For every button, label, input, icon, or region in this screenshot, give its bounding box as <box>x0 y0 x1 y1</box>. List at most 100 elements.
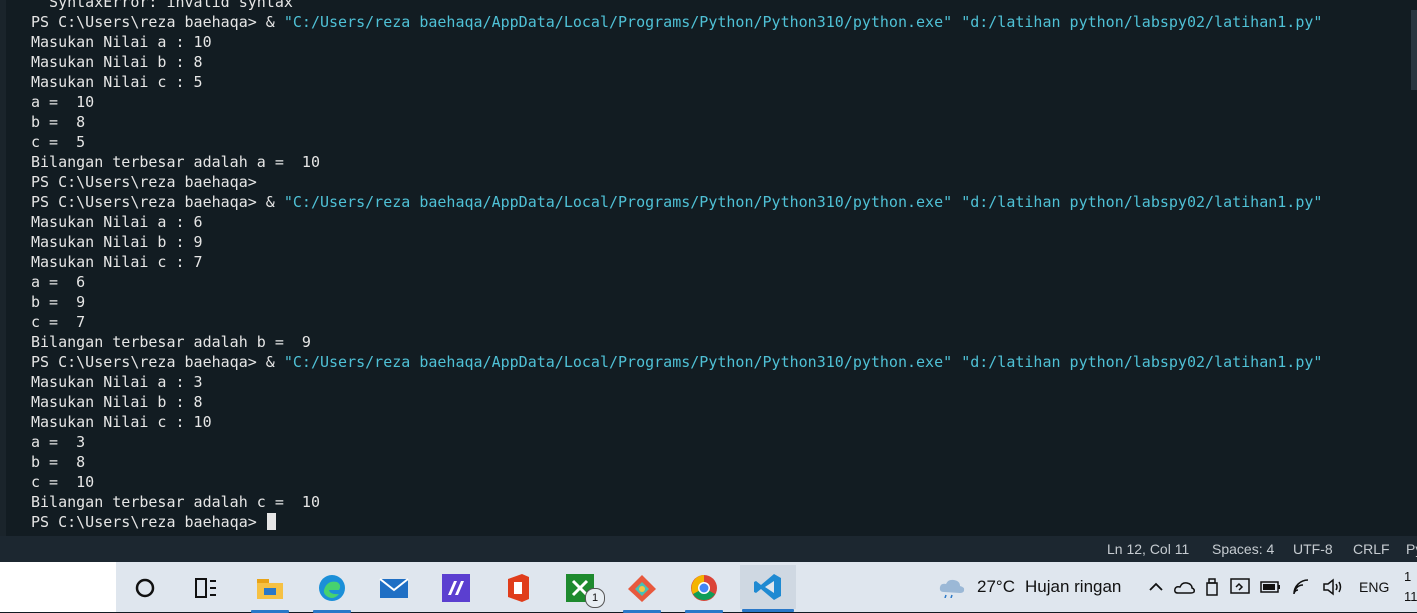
battery-icon[interactable] <box>1259 579 1283 595</box>
terminal-text: c = 5 <box>31 133 86 151</box>
display-sync-icon[interactable] <box>1229 577 1251 597</box>
encoding-status[interactable]: UTF-8 <box>1293 541 1333 557</box>
language-label: ENG <box>1359 579 1390 595</box>
terminal-text: Bilangan terbesar adalah b = 9 <box>31 333 311 351</box>
terminal-line: Masukan Nilai a : 6 <box>31 212 1417 232</box>
taskbar-search-box[interactable] <box>0 562 116 612</box>
terminal-line: a = 10 <box>31 92 1417 112</box>
terminal-text: b = 8 <box>31 113 86 131</box>
terminal-text: Masukan Nilai b : 8 <box>31 53 203 71</box>
terminal-text: Masukan Nilai c : 10 <box>31 413 212 431</box>
terminal-line: PS C:\Users\reza baehaqa> <box>31 512 1417 532</box>
wifi-icon[interactable] <box>1291 577 1313 597</box>
clock-time: 1 <box>1404 569 1412 584</box>
cortana-button[interactable] <box>122 568 168 608</box>
terminal-text: Bilangan terbesar adalah a = 10 <box>31 153 320 171</box>
task-view-icon <box>195 578 216 598</box>
weather-desc: Hujan ringan <box>1024 577 1122 596</box>
terminal-line: Masukan Nilai c : 7 <box>31 252 1417 272</box>
speaker-icon[interactable] <box>1321 577 1345 597</box>
input-language[interactable]: ENG <box>1359 562 1389 612</box>
terminal-text: Masukan Nilai c : 7 <box>31 253 203 271</box>
indentation-status[interactable]: Spaces: 4 <box>1212 541 1274 557</box>
terminal-text: b = 9 <box>31 293 86 311</box>
xbox-button[interactable]: 1 <box>557 568 605 608</box>
terminal-text: PS C:\Users\reza baehaqa> & <box>31 353 284 371</box>
edge-icon <box>319 575 345 601</box>
terminal-string: "C:/Users/reza baehaqa/AppData/Local/Pro… <box>283 193 953 211</box>
terminal-gutter <box>0 0 6 536</box>
cursor-position[interactable]: Ln 12, Col 11 <box>1107 541 1189 557</box>
terminal-line: Masukan Nilai b : 8 <box>31 52 1417 72</box>
terminal-text: a = 6 <box>31 273 86 291</box>
clock[interactable]: 1 11 <box>1404 562 1417 612</box>
terminal-string: "d:/latihan python/labspy02/latihan1.py" <box>961 353 1323 371</box>
taskbar: 1 27°C Hujan ringan ENG 1 11 <box>0 562 1417 613</box>
terminal-scrollbar[interactable] <box>1411 10 1417 90</box>
terminal-cursor <box>266 513 276 530</box>
terminal-line: PS C:\Users\reza baehaqa> & "C:/Users/re… <box>31 352 1417 372</box>
terminal-line: b = 8 <box>31 452 1417 472</box>
terminal-line: PS C:\Users\reza baehaqa> & "C:/Users/re… <box>31 192 1417 212</box>
task-view-button[interactable] <box>183 568 229 608</box>
cloud-rain-icon <box>939 579 965 598</box>
terminal-line: c = 7 <box>31 312 1417 332</box>
terminal-text: Masukan Nilai a : 6 <box>31 213 203 231</box>
onedrive-cloud-icon[interactable] <box>1173 578 1195 596</box>
terminal-line: Masukan Nilai b : 8 <box>31 392 1417 412</box>
terminal-line: a = 6 <box>31 272 1417 292</box>
terminal-text: Masukan Nilai a : 10 <box>31 33 212 51</box>
git-icon <box>628 575 656 602</box>
terminal-text: SyntaxError: invalid syntax <box>31 0 293 11</box>
terminal-line: Bilangan terbesar adalah a = 10 <box>31 152 1417 172</box>
vscode-icon <box>754 574 781 600</box>
terminal-string: "d:/latihan python/labspy02/latihan1.py" <box>961 193 1323 211</box>
terminal-text: a = 10 <box>31 93 95 111</box>
terminal-line: Bilangan terbesar adalah b = 9 <box>31 332 1417 352</box>
eol-status[interactable]: CRLF <box>1353 541 1390 557</box>
clock-date: 11 <box>1404 589 1417 604</box>
usb-device-icon[interactable] <box>1203 577 1221 597</box>
file-explorer-button[interactable] <box>247 568 293 613</box>
chrome-button[interactable] <box>681 568 727 613</box>
vscode-button[interactable] <box>740 565 796 612</box>
terminal-text: PS C:\Users\reza baehaqa> & <box>31 193 284 211</box>
visual-studio-button[interactable] <box>433 568 479 608</box>
git-button[interactable] <box>619 568 665 613</box>
weather-widget[interactable]: 27°C Hujan ringan <box>938 562 1121 612</box>
terminal-text: Masukan Nilai c : 5 <box>31 73 203 91</box>
chevron-up-icon[interactable] <box>1147 578 1165 596</box>
weather-temp: 27°C <box>977 577 1015 596</box>
terminal-line: b = 8 <box>31 112 1417 132</box>
edge-button[interactable] <box>309 568 355 613</box>
system-tray <box>1147 562 1345 612</box>
terminal-text: Masukan Nilai a : 3 <box>31 373 203 391</box>
terminal-text: c = 10 <box>31 473 95 491</box>
terminal-line: b = 9 <box>31 292 1417 312</box>
terminal-text: PS C:\Users\reza baehaqa> <box>31 173 257 191</box>
cortana-icon <box>135 578 155 598</box>
terminal-text: PS C:\Users\reza baehaqa> & <box>31 13 284 31</box>
terminal-string: "C:/Users/reza baehaqa/AppData/Local/Pro… <box>283 13 953 31</box>
terminal-text: a = 3 <box>31 433 86 451</box>
language-mode[interactable]: Py <box>1406 541 1417 557</box>
visual-studio-icon <box>442 574 470 602</box>
notification-badge: 1 <box>585 588 605 608</box>
terminal-line: Masukan Nilai c : 5 <box>31 72 1417 92</box>
terminal-line: Masukan Nilai b : 9 <box>31 232 1417 252</box>
terminal-line: c = 5 <box>31 132 1417 152</box>
terminal-text: Bilangan terbesar adalah c = 10 <box>31 493 320 511</box>
terminal-panel[interactable]: SyntaxError: invalid syntax PS C:\Users\r… <box>0 0 1417 536</box>
mail-button[interactable] <box>371 568 417 608</box>
terminal-output[interactable]: SyntaxError: invalid syntax PS C:\Users\r… <box>31 0 1417 532</box>
terminal-line: Masukan Nilai a : 3 <box>31 372 1417 392</box>
terminal-line: a = 3 <box>31 432 1417 452</box>
terminal-line: PS C:\Users\reza baehaqa> & "C:/Users/re… <box>31 12 1417 32</box>
terminal-text: b = 8 <box>31 453 86 471</box>
file-explorer-icon <box>257 579 283 599</box>
office-button[interactable] <box>495 568 541 608</box>
office-icon <box>508 574 529 602</box>
terminal-text: Masukan Nilai b : 9 <box>31 233 203 251</box>
terminal-text: PS C:\Users\reza baehaqa> <box>31 513 266 531</box>
